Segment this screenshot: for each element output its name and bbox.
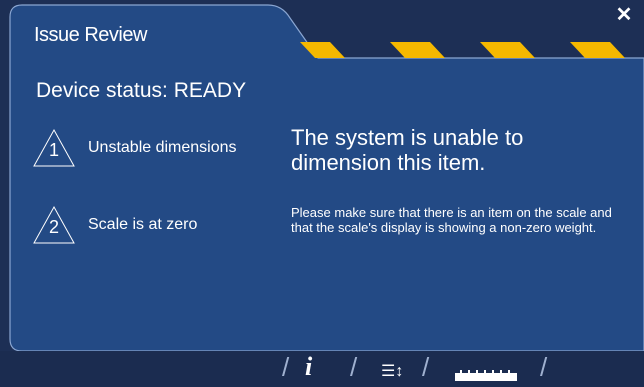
issue-label: Unstable dimensions <box>88 139 237 156</box>
issue-item: 2 Scale is at zero <box>32 205 197 245</box>
issue-review-window: ✕ Issue Review Device status: READY 1 Un… <box>0 0 644 387</box>
ruler-icon <box>455 370 517 381</box>
footer-separator: / <box>422 352 430 382</box>
hazard-stripes <box>300 42 625 58</box>
ruler-button[interactable] <box>455 369 517 387</box>
footer-separator: / <box>540 352 548 382</box>
message-body: Please make sure that there is an item o… <box>291 205 612 235</box>
issue-label: Scale is at zero <box>88 216 198 233</box>
panel-background <box>0 4 644 387</box>
warning-triangle-icon: 1 <box>32 128 76 168</box>
footer-separator: / <box>350 352 358 382</box>
message-title: The system is unable to dimension this i… <box>291 125 524 175</box>
close-icon[interactable]: ✕ <box>612 2 636 26</box>
sort-button[interactable]: ☰↕ <box>381 361 403 381</box>
footer-separator: / <box>282 352 290 382</box>
window-title: Issue Review <box>34 24 147 46</box>
warning-triangle-icon: 2 <box>32 205 76 245</box>
device-status: Device status: READY <box>36 79 247 102</box>
info-button[interactable]: i <box>305 352 312 382</box>
issue-number: 1 <box>48 140 59 160</box>
issue-number: 2 <box>48 217 59 237</box>
issue-item: 1 Unstable dimensions <box>32 128 237 168</box>
